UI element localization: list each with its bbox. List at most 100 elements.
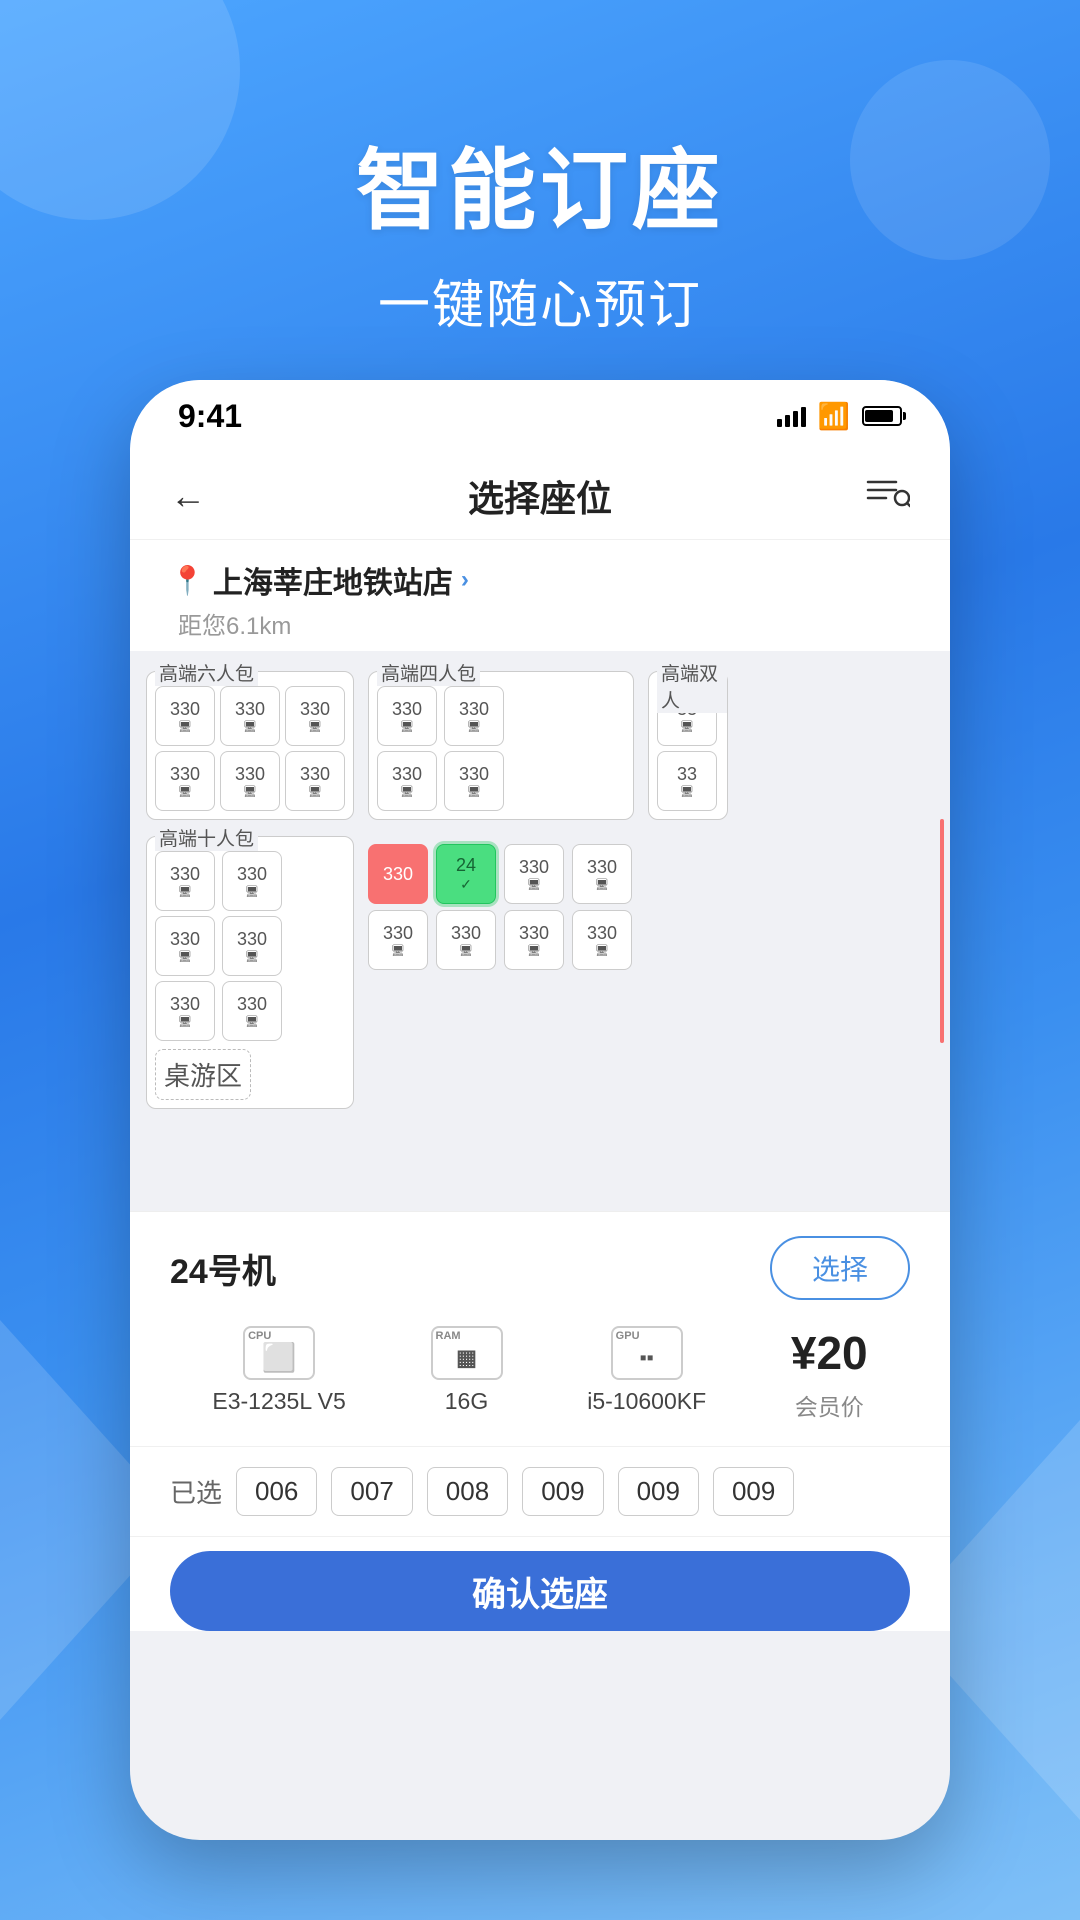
cpu-icon-box: CPU ⬜ <box>243 1326 315 1380</box>
wifi-icon: 📶 <box>818 401 850 432</box>
seat-330-5[interactable]: 330🖥 <box>220 751 280 811</box>
section-10person: 高端十人包 330🖥 330🖥 330🖥 330🖥 330🖥 330🖥 桌游区 <box>146 836 354 1109</box>
battery-fill <box>865 410 893 422</box>
seat-normal-6[interactable]: 330🖥 <box>572 910 632 970</box>
price-value: ¥20 <box>791 1326 868 1380</box>
nav-right <box>850 476 910 516</box>
location-name[interactable]: 📍 上海莘庄地铁站店 › <box>170 558 910 602</box>
seat-normal-1[interactable]: 330🖥 <box>504 844 564 904</box>
seat-normal-2[interactable]: 330🖥 <box>572 844 632 904</box>
select-button[interactable]: 选择 <box>770 1236 910 1300</box>
machine-name: 24号机 <box>170 1244 276 1293</box>
gpu-icon: ▪▪ <box>640 1347 654 1370</box>
cpu-icon: ⬜ <box>262 1341 297 1374</box>
seat-4p-4[interactable]: 330🖥 <box>444 751 504 811</box>
right-sections: 高端双人 33🖥 33🖥 <box>648 671 728 1191</box>
selected-seat-2[interactable]: 007 <box>331 1467 412 1516</box>
phone-mockup: 9:41 📶 ← 选择座位 <box>130 380 950 1840</box>
section-2person: 高端双人 33🖥 33🖥 <box>648 671 728 820</box>
bottom-panel: 24号机 选择 CPU ⬜ E3-1235L V5 RAM ▦ <box>130 1211 950 1631</box>
cpu-value: E3-1235L V5 <box>212 1388 345 1415</box>
ram-value: 16G <box>445 1388 488 1415</box>
section-6person-label: 高端六人包 <box>155 659 258 686</box>
seat-normal-5[interactable]: 330🖥 <box>504 910 564 970</box>
selected-seat-6[interactable]: 009 <box>713 1467 794 1516</box>
section-2person-label: 高端双人 <box>657 659 727 713</box>
hero-title: 智能订座 <box>0 120 1080 247</box>
location-arrow-icon: › <box>461 566 469 594</box>
signal-bar-4 <box>801 407 806 427</box>
middle-sections: 高端四人包 330🖥 330🖥 330🖥 330🖥 330 24✓ 330🖥 <box>368 671 634 1191</box>
hero-section: 智能订座 一键随心预订 <box>0 120 1080 338</box>
seat-map[interactable]: 高端六人包 330🖥 330🖥 330🖥 330🖥 330🖥 330🖥 高端 <box>130 651 950 1211</box>
seat-10p-6[interactable]: 330🖥 <box>222 981 282 1041</box>
seat-4p-3[interactable]: 330🖥 <box>377 751 437 811</box>
seat-10p-3[interactable]: 330🖥 <box>155 916 215 976</box>
10person-right-seats: 330 24✓ 330🖥 330🖥 330🖥 330🖥 330🖥 330🖥 <box>368 836 634 978</box>
gpu-value: i5-10600KF <box>587 1388 706 1415</box>
phone-body: 9:41 📶 ← 选择座位 <box>130 380 950 1840</box>
map-area: 高端六人包 330🖥 330🖥 330🖥 330🖥 330🖥 330🖥 高端 <box>146 671 934 1191</box>
seat-10p-4[interactable]: 330🖥 <box>222 916 282 976</box>
status-bar: 9:41 📶 <box>130 380 950 452</box>
seat-330-6[interactable]: 330🖥 <box>285 751 345 811</box>
section-4person-label: 高端四人包 <box>377 659 480 686</box>
seat-330-4[interactable]: 330🖥 <box>155 751 215 811</box>
spec-ram: RAM ▦ 16G <box>431 1326 503 1422</box>
filter-search-icon[interactable] <box>866 476 910 516</box>
section-10person-label: 高端十人包 <box>155 824 258 851</box>
selected-seat-1[interactable]: 006 <box>236 1467 317 1516</box>
status-time: 9:41 <box>178 398 242 435</box>
price-label: 会员价 <box>795 1388 864 1422</box>
gpu-icon-box: GPU ▪▪ <box>611 1326 683 1380</box>
signal-icon <box>777 405 806 427</box>
signal-bar-2 <box>785 415 790 427</box>
ram-icon: ▦ <box>456 1345 477 1371</box>
hero-subtitle: 一键随心预订 <box>0 263 1080 338</box>
location-bar[interactable]: 📍 上海莘庄地铁站店 › 距您6.1km <box>130 540 950 651</box>
seat-normal-3[interactable]: 330🖥 <box>368 910 428 970</box>
selected-seat-4[interactable]: 009 <box>522 1467 603 1516</box>
signal-bar-3 <box>793 411 798 427</box>
selected-label: 已选 <box>170 1473 222 1510</box>
seat-selected-24[interactable]: 24✓ <box>436 844 496 904</box>
confirm-button[interactable]: 确认选座 <box>170 1551 910 1631</box>
seat-10p-2[interactable]: 330🖥 <box>222 851 282 911</box>
seat-normal-4[interactable]: 330🖥 <box>436 910 496 970</box>
nav-bar: ← 选择座位 <box>130 452 950 540</box>
seat-330-3[interactable]: 330🖥 <box>285 686 345 746</box>
location-name-text: 上海莘庄地铁站店 <box>213 558 453 602</box>
specs-row: CPU ⬜ E3-1235L V5 RAM ▦ 16G GPU ▪▪ <box>130 1316 950 1447</box>
nav-title: 选择座位 <box>230 470 850 522</box>
status-icons: 📶 <box>777 401 902 432</box>
spec-gpu: GPU ▪▪ i5-10600KF <box>587 1326 706 1422</box>
scroll-hint <box>940 819 944 1043</box>
seat-2p-2[interactable]: 33🖥 <box>657 751 717 811</box>
board-game-text: 桌游区 <box>164 1061 242 1091</box>
selected-seats-row: 已选 006 007 008 009 009 009 <box>130 1447 950 1537</box>
seat-occupied-330[interactable]: 330 <box>368 844 428 904</box>
signal-bar-1 <box>777 419 782 427</box>
seat-10p-5[interactable]: 330🖥 <box>155 981 215 1041</box>
selected-seat-3[interactable]: 008 <box>427 1467 508 1516</box>
section-4person: 高端四人包 330🖥 330🖥 330🖥 330🖥 <box>368 671 634 820</box>
seat-4p-2[interactable]: 330🖥 <box>444 686 504 746</box>
seat-330-2[interactable]: 330🖥 <box>220 686 280 746</box>
board-game-label: 桌游区 <box>155 1049 251 1100</box>
selected-seat-5[interactable]: 009 <box>618 1467 699 1516</box>
spec-cpu: CPU ⬜ E3-1235L V5 <box>212 1326 345 1422</box>
ram-icon-box: RAM ▦ <box>431 1326 503 1380</box>
back-button[interactable]: ← <box>170 475 230 517</box>
battery-icon <box>862 406 902 426</box>
10person-seats-col1: 330🖥 330🖥 330🖥 330🖥 330🖥 330🖥 <box>155 851 345 1041</box>
spec-price: ¥20 会员价 <box>791 1326 868 1422</box>
section-6person: 高端六人包 330🖥 330🖥 330🖥 330🖥 330🖥 330🖥 <box>146 671 354 820</box>
location-distance: 距您6.1km <box>170 606 910 641</box>
seat-10p-1[interactable]: 330🖥 <box>155 851 215 911</box>
seat-330-1[interactable]: 330🖥 <box>155 686 215 746</box>
machine-info-bar: 24号机 选择 <box>130 1212 950 1316</box>
6person-seats-row1: 330🖥 330🖥 330🖥 330🖥 330🖥 330🖥 <box>155 686 345 811</box>
seat-4p-1[interactable]: 330🖥 <box>377 686 437 746</box>
location-pin-icon: 📍 <box>170 564 205 597</box>
left-sections: 高端六人包 330🖥 330🖥 330🖥 330🖥 330🖥 330🖥 高端 <box>146 671 354 1191</box>
